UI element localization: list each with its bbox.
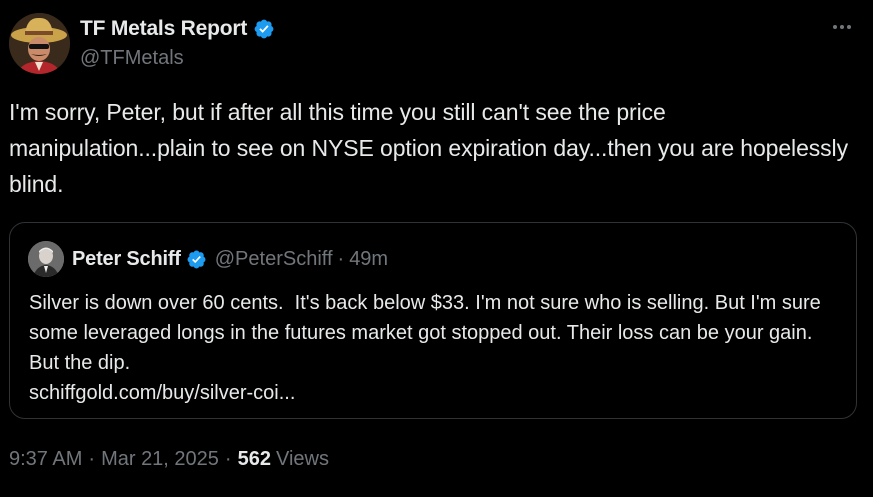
separator-dot: · bbox=[88, 448, 96, 470]
quoted-timestamp: 49m bbox=[349, 247, 389, 270]
quoted-author-handle: @PeterSchiff bbox=[214, 247, 333, 270]
quoted-tweet-link[interactable]: schiffgold.com/buy/silver-coi... bbox=[29, 378, 849, 408]
tweet-meta: 9:37 AM · Mar 21, 2025 · 562 Views bbox=[9, 448, 329, 471]
more-options-icon[interactable] bbox=[828, 13, 856, 41]
avatar[interactable] bbox=[9, 13, 70, 74]
tweet-text: I'm sorry, Peter, but if after all this … bbox=[9, 99, 855, 197]
separator-dot: · bbox=[224, 448, 232, 470]
quoted-avatar bbox=[28, 241, 64, 277]
verified-badge-icon bbox=[254, 19, 274, 39]
views-count: 562 bbox=[237, 448, 271, 470]
verified-badge-icon bbox=[187, 250, 206, 268]
tweet-header: TF Metals Report @TFMetals bbox=[9, 13, 864, 77]
quoted-tweet-header: Peter Schiff @PeterSchiff · 49m bbox=[28, 241, 388, 277]
separator-dot: · bbox=[337, 247, 345, 270]
tweet-date[interactable]: Mar 21, 2025 bbox=[101, 448, 219, 471]
quoted-tweet-body: Silver is down over 60 cents. It's back … bbox=[29, 288, 849, 408]
quoted-tweet[interactable]: Peter Schiff @PeterSchiff · 49m Silver i… bbox=[9, 222, 857, 419]
person-avatar-icon bbox=[28, 241, 64, 277]
tweet-time[interactable]: 9:37 AM bbox=[9, 448, 82, 471]
quoted-author-name: Peter Schiff bbox=[72, 247, 181, 270]
cowboy-avatar-icon bbox=[9, 13, 70, 74]
views-label: Views bbox=[275, 448, 329, 470]
author-name-row: TF Metals Report bbox=[80, 17, 275, 41]
tweet: TF Metals Report @TFMetals I'm sorry, Pe… bbox=[0, 0, 873, 497]
quoted-tweet-text: Silver is down over 60 cents. It's back … bbox=[29, 292, 827, 374]
author-handle[interactable]: @TFMetals bbox=[80, 47, 184, 70]
author-name[interactable]: TF Metals Report bbox=[80, 17, 247, 41]
